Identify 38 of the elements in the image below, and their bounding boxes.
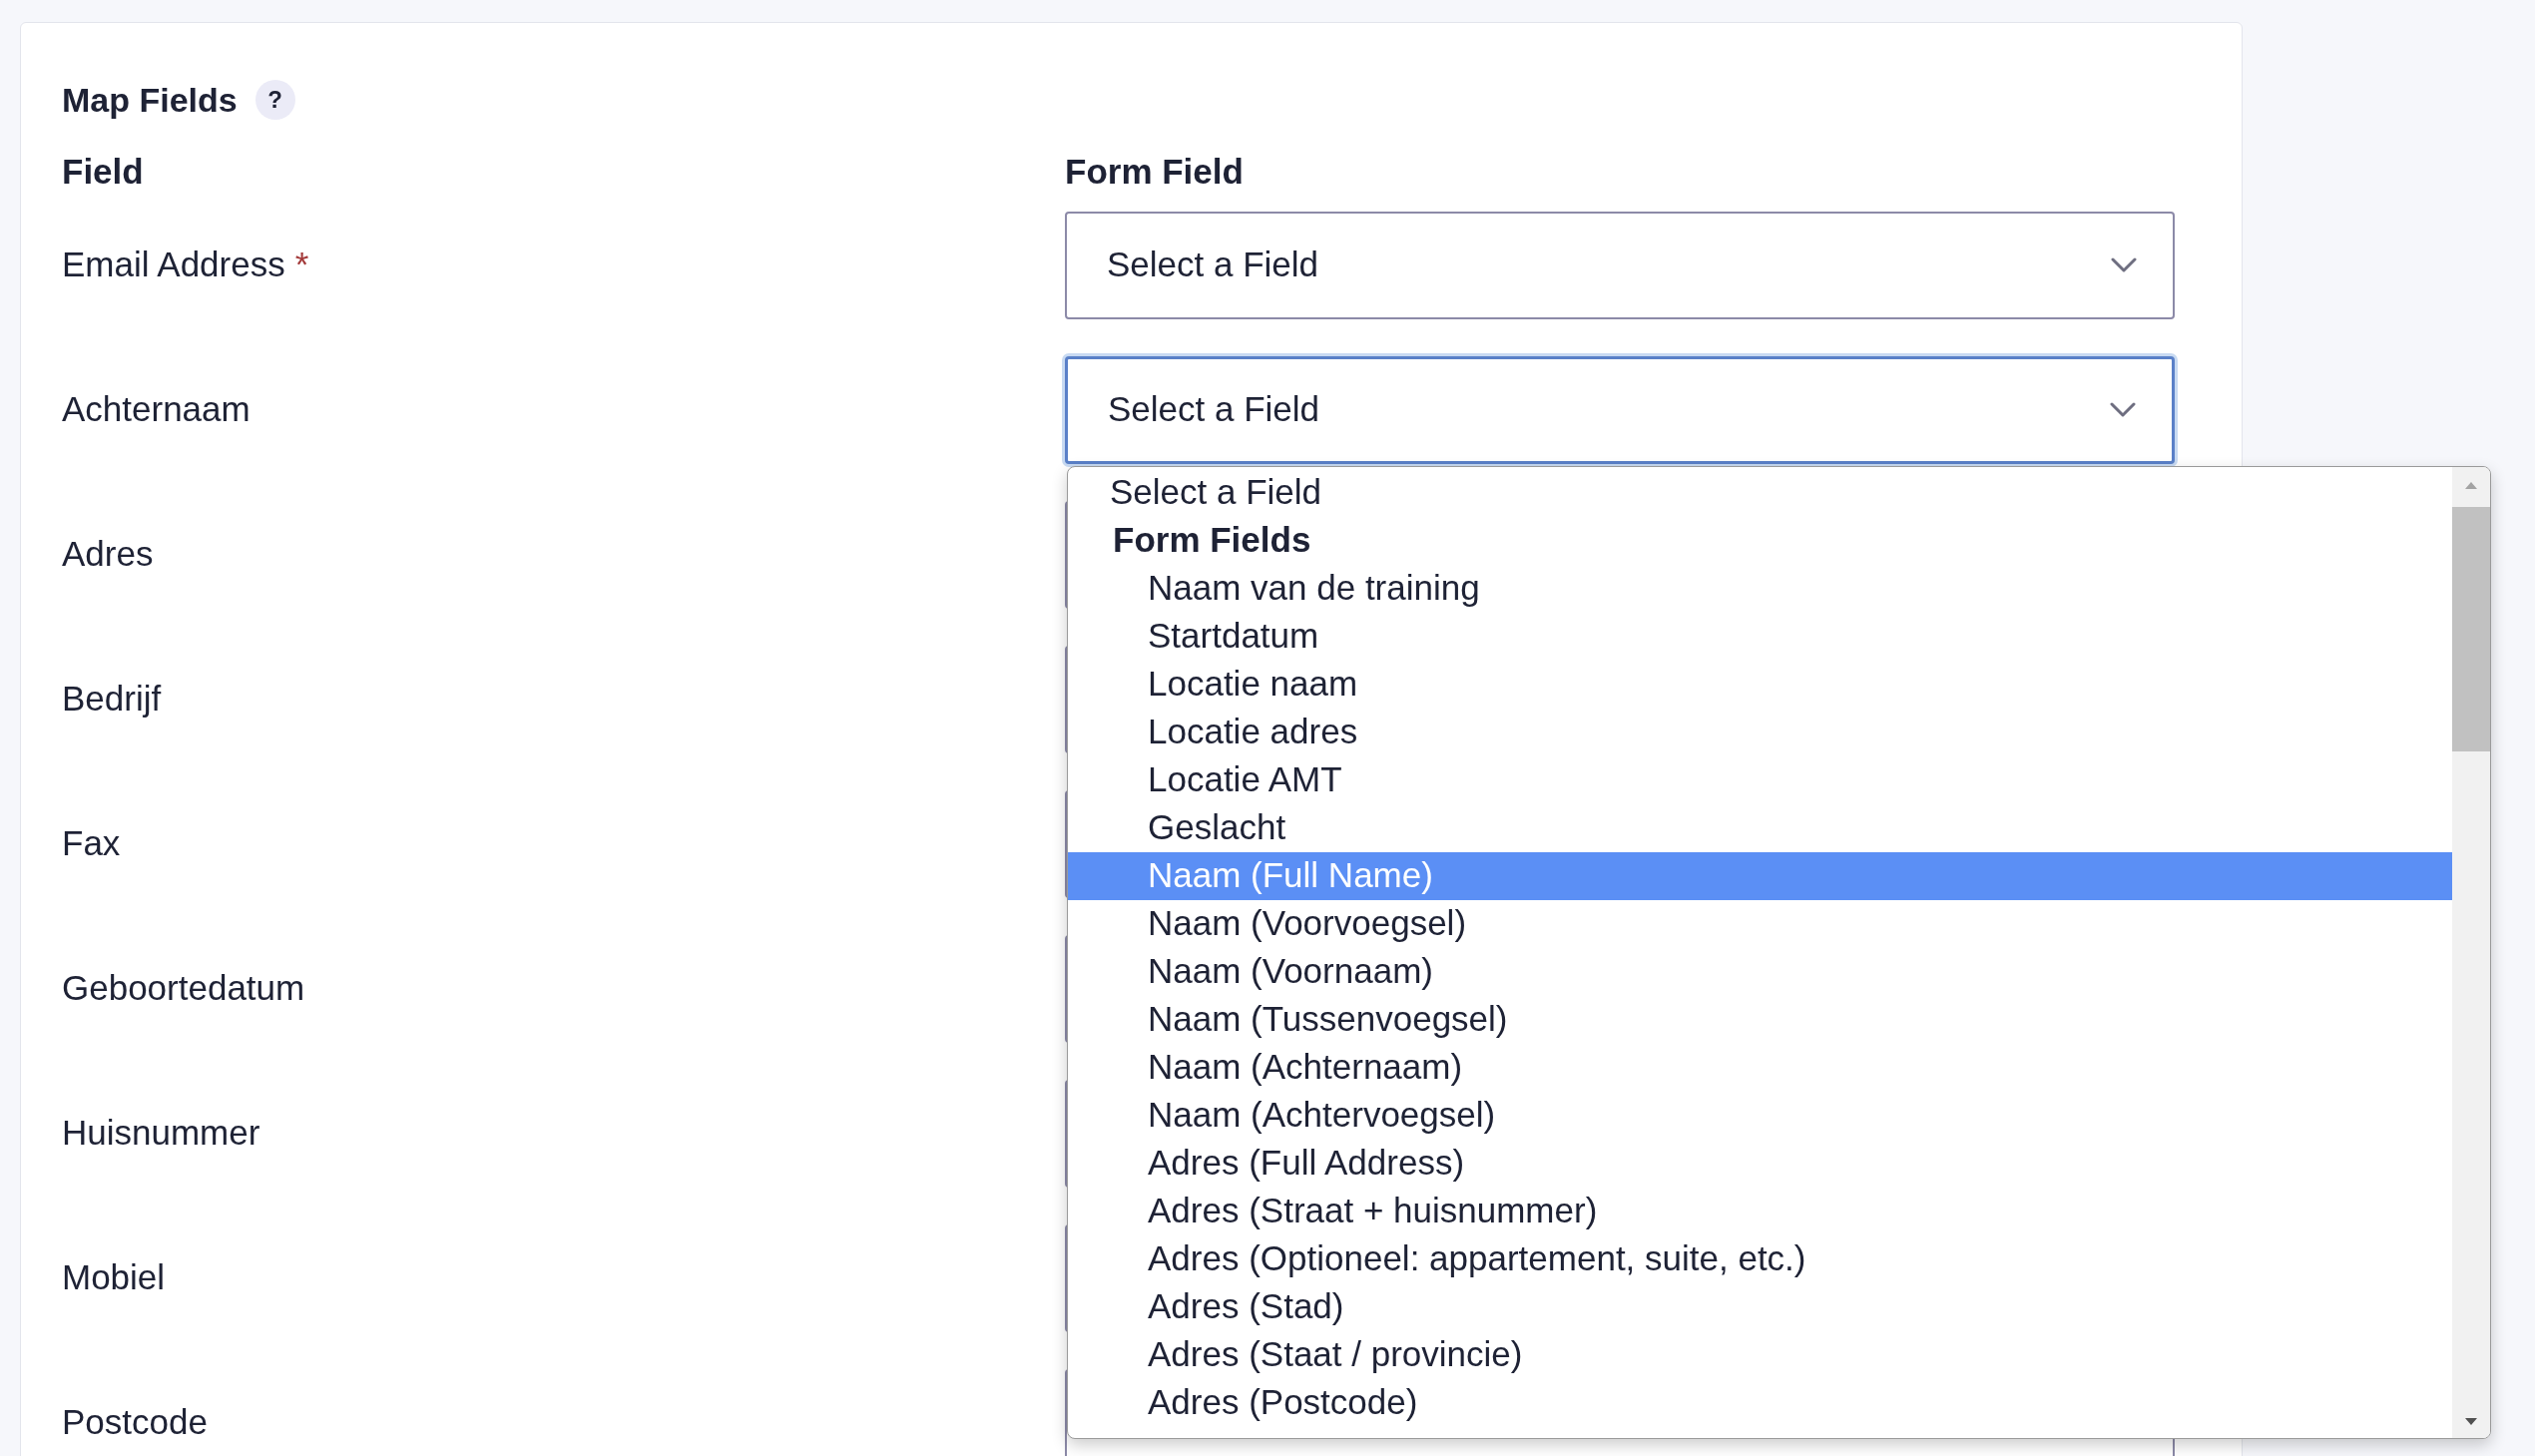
- chevron-icon: [2110, 402, 2136, 417]
- dropdown-option[interactable]: Naam van de training: [1068, 564, 2452, 613]
- select-field[interactable]: Select a Field: [1065, 211, 2175, 319]
- section-title: Map Fields: [62, 79, 238, 121]
- dropdown-option[interactable]: Naam (Achtervoegsel): [1068, 1091, 2452, 1140]
- column-header: Field: [62, 150, 145, 193]
- dropdown-option[interactable]: Geslacht: [1068, 803, 2452, 852]
- field-label: Email Address: [62, 243, 285, 286]
- dropdown-option[interactable]: Locatie AMT: [1068, 755, 2452, 804]
- column-header: Form Field: [1065, 150, 1244, 193]
- field-label: Achternaam: [62, 388, 251, 431]
- help-icon[interactable]: ?: [254, 80, 295, 120]
- dropdown-option[interactable]: Adres (Stad): [1068, 1282, 2452, 1331]
- field-label: Adres: [62, 533, 154, 576]
- field-label: Bedrijf: [62, 678, 162, 721]
- chevron-icon: [2111, 257, 2137, 272]
- dropdown-option[interactable]: Adres (Straat + huisnummer): [1068, 1187, 2452, 1235]
- field-label: Geboortedatum: [62, 967, 305, 1010]
- select-field[interactable]: Select a Field: [1065, 355, 2175, 464]
- dropdown-option[interactable]: Adres (Full Address): [1068, 1139, 2452, 1188]
- scrollbar-drawing[interactable]: [2452, 466, 2490, 1438]
- dropdown-option[interactable]: Adres (Postcode): [1068, 1378, 2452, 1427]
- option-group-label: Form Fields: [1112, 519, 1312, 562]
- dropdown-option[interactable]: Naam (Achternaam): [1068, 1043, 2452, 1092]
- field-label: Mobiel: [62, 1256, 166, 1299]
- field-label: Postcode: [62, 1401, 208, 1444]
- dropdown-option[interactable]: Adres (Staat / provincie): [1068, 1330, 2452, 1379]
- dropdown-option[interactable]: Locatie adres: [1068, 708, 2452, 756]
- dropdown-option[interactable]: Select a Field: [1068, 468, 2452, 517]
- dropdown-option[interactable]: Naam (Voornaam): [1068, 947, 2452, 996]
- dropdown-option[interactable]: Naam (Voorvoegsel): [1068, 899, 2452, 948]
- dropdown-option[interactable]: Startdatum: [1068, 612, 2452, 661]
- field-label: Huisnummer: [62, 1112, 260, 1155]
- field-label: Fax: [62, 822, 121, 865]
- dropdown-option[interactable]: Naam (Tussenvoegsel): [1068, 995, 2452, 1044]
- dropdown-option[interactable]: Locatie naam: [1068, 660, 2452, 709]
- required-mark: *: [294, 243, 309, 286]
- dropdown-option[interactable]: Adres (Optioneel: appartement, suite, etc.): [1068, 1234, 2452, 1283]
